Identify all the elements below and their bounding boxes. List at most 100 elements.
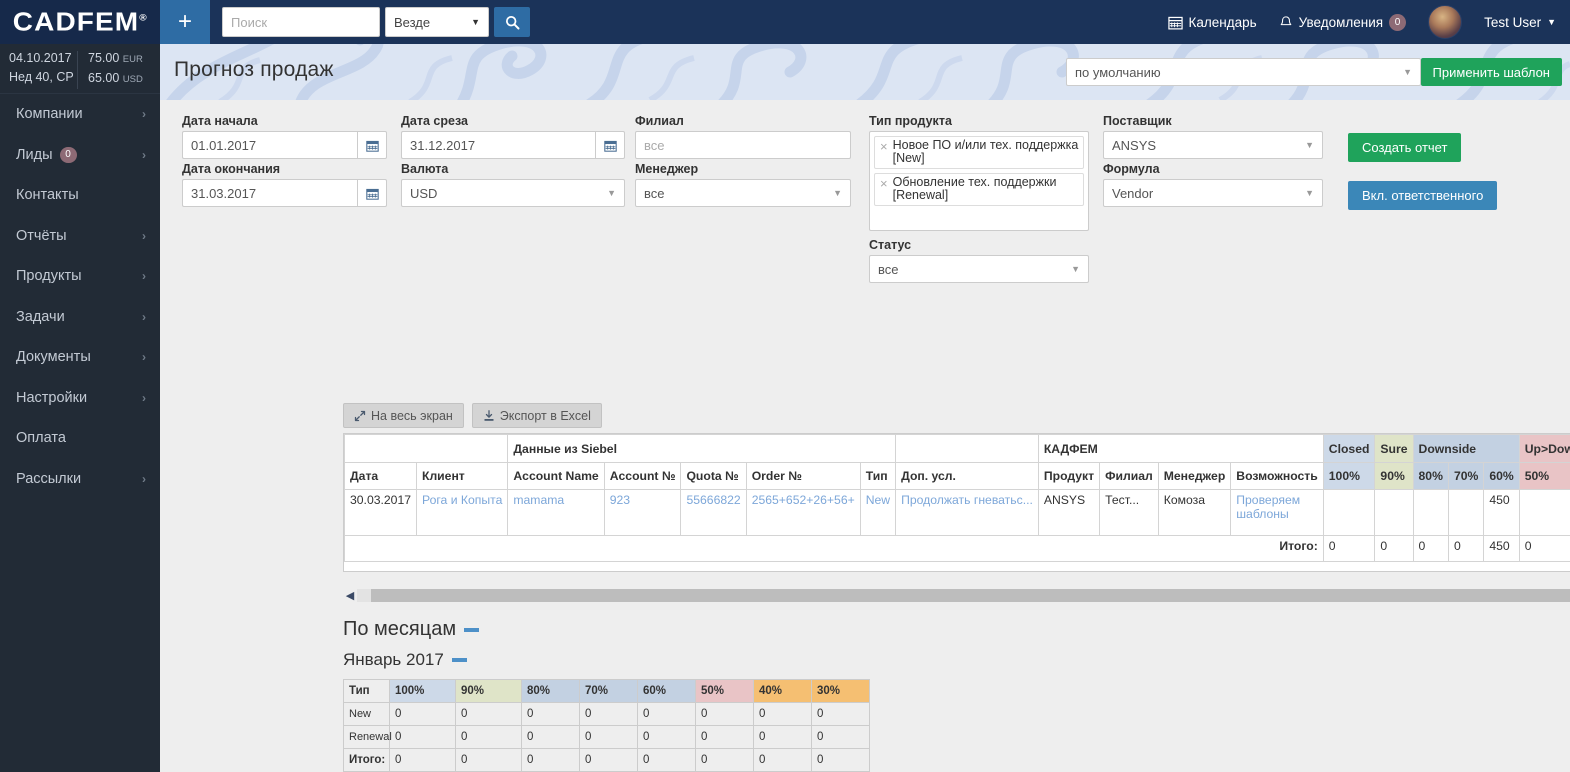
scrollbar-thumb[interactable] [371,589,1570,602]
month-cell: 0 [811,725,870,749]
column-header[interactable]: 90% [1374,462,1414,490]
app-logo[interactable]: CADFEM® [0,0,160,44]
formula-value: Vendor [1112,185,1154,201]
month-table: Тип 100% 90% 80% 70% 60% 50% 40% 30% New 0 0 0 0 0 0 0 0 R… [343,679,870,772]
currency-select[interactable]: USD ▼ [401,179,625,207]
month-column-header: 30% [811,679,870,703]
column-header[interactable]: Доп. усл. [895,462,1039,490]
table-horizontal-scrollbar[interactable]: ◀ ▶ [343,587,1570,604]
column-header[interactable]: 100% [1322,462,1376,490]
apply-template-button[interactable]: Применить шаблон [1420,58,1562,86]
table-cell[interactable]: 923 [603,489,682,536]
info-bar: 04.10.2017 Нед 40, СР 75.00 EUR 65.00 US… [0,44,160,94]
sidebar-item-8[interactable]: Оплата [0,418,160,459]
product-type-tag[interactable]: × Обновление тех. поддержки [Renewal] [874,173,1084,206]
column-header[interactable]: 70% [1447,462,1485,490]
table-cell[interactable]: New [859,489,897,536]
month-cell: 0 [389,702,456,726]
totals-cell: 0 [1322,535,1376,562]
top-navigation-bar: CADFEM® + Везде ▼ Кал [0,0,1570,44]
main-content: Дата начала 01.01.2017 Дата окончания 31… [160,100,1570,772]
column-header[interactable]: Менеджер [1157,462,1232,490]
remove-tag-icon[interactable]: × [877,139,893,154]
start-date-input[interactable]: 01.01.2017 [182,131,357,159]
table-cell[interactable]: Рога и Копыта [415,489,509,536]
notifications-link[interactable]: Уведомления 0 [1279,13,1407,31]
sidebar-item-1[interactable]: Лиды 0 › [0,135,160,176]
user-menu[interactable]: Test User ▼ [1484,15,1556,30]
collapse-toggle-icon[interactable] [464,627,480,632]
totals-cell: 450 [1483,535,1520,562]
product-type-multiselect[interactable]: × Новое ПО и/или тех. поддержка [New] × Обн… [869,131,1089,231]
column-header[interactable]: Филиал [1099,462,1159,490]
table-cell [1374,489,1414,536]
month-cell: 0 [695,702,754,726]
remove-tag-icon[interactable]: × [877,176,893,191]
formula-select[interactable]: Vendor ▼ [1103,179,1323,207]
sidebar-item-label: Настройки [16,389,88,406]
search-scope-select[interactable]: Везде ▼ [385,7,489,37]
vendor-select[interactable]: ANSYS ▼ [1103,131,1323,159]
sidebar-item-5[interactable]: Задачи › [0,297,160,338]
table-cell[interactable]: mamama [507,489,605,536]
export-label: Экспорт в Excel [499,408,591,423]
export-excel-button[interactable]: Экспорт в Excel [471,403,602,428]
column-header[interactable]: Возможность [1230,462,1324,490]
sidebar-item-7[interactable]: Настройки › [0,378,160,419]
manager-select[interactable]: все ▼ [635,179,851,207]
calendar-link[interactable]: Календарь [1167,15,1257,30]
column-header[interactable]: Тип [859,462,897,490]
column-header[interactable]: Account № [603,462,682,490]
end-date-calendar-button[interactable] [357,179,387,207]
column-header[interactable]: 80% [1412,462,1449,490]
table-cell[interactable]: Продолжать гневатьс... [895,489,1039,536]
create-report-button[interactable]: Создать отчет [1348,133,1462,162]
column-header[interactable]: Quota № [680,462,747,490]
table-row[interactable]: 30.03.2017 Рога и Копыта mamama 923 55666822… [344,489,1570,536]
search-submit-button[interactable] [494,7,530,37]
page-header: Прогноз продаж по умолчанию ▼ Применить … [160,44,1570,100]
column-header[interactable]: Клиент [415,462,509,490]
current-date: 04.10.2017 [9,51,72,65]
sidebar-item-3[interactable]: Отчёты › [0,216,160,257]
month-cell: 0 [695,725,754,749]
sidebar-item-9[interactable]: Рассылки › [0,459,160,500]
include-responsible-button[interactable]: Вкл. ответственного [1348,181,1498,210]
collapse-toggle-icon[interactable] [451,658,467,662]
end-date-input[interactable]: 31.03.2017 [182,179,357,207]
sidebar-item-2[interactable]: Контакты [0,175,160,216]
month-column-header: 60% [637,679,696,703]
scroll-left-arrow[interactable]: ◀ [343,589,357,602]
month-cell: 0 [753,725,812,749]
avatar[interactable] [1428,5,1463,39]
start-date-calendar-button[interactable] [357,131,387,159]
add-new-button[interactable]: + [160,0,210,44]
cut-date-input[interactable]: 31.12.2017 [401,131,595,159]
column-header[interactable]: Дата [344,462,417,490]
sidebar-item-6[interactable]: Документы › [0,337,160,378]
search-input[interactable] [222,7,380,37]
table-cell[interactable]: 55666822 [680,489,747,536]
sidebar-item-0[interactable]: Компании › [0,94,160,135]
scrollbar-track[interactable] [357,589,1570,602]
sidebar-item-4[interactable]: Продукты › [0,256,160,297]
month-column-header: 100% [389,679,456,703]
cut-date-calendar-button[interactable] [595,131,625,159]
product-type-tag[interactable]: × Новое ПО и/или тех. поддержка [New] [874,136,1084,169]
table-cell[interactable]: Проверяем шаблоны [1230,489,1324,536]
column-header[interactable]: 50% [1518,462,1570,490]
branch-input[interactable]: все [635,131,851,159]
column-header[interactable]: 60% [1483,462,1520,490]
month-column-header: Тип [343,679,390,703]
status-select[interactable]: все ▼ [869,255,1089,283]
table-group-header: Данные из Siebel [507,434,897,463]
column-header[interactable]: Order № [745,462,861,490]
forecast-table-container[interactable]: Данные из Siebel КАДФЕМ Closed Sure Downside… [343,433,1570,572]
column-header[interactable]: Продукт [1037,462,1101,490]
month-block: Январь 2017 Тип 100% 90% 80% 70% 60% 50% 40% 30% N… [343,650,1543,772]
month-cell: 0 [579,725,638,749]
table-cell[interactable]: 2565+652+26+56+ [745,489,861,536]
template-select[interactable]: по умолчанию ▼ [1066,58,1421,86]
fullscreen-button[interactable]: На весь экран [343,403,464,428]
column-header[interactable]: Account Name [507,462,605,490]
